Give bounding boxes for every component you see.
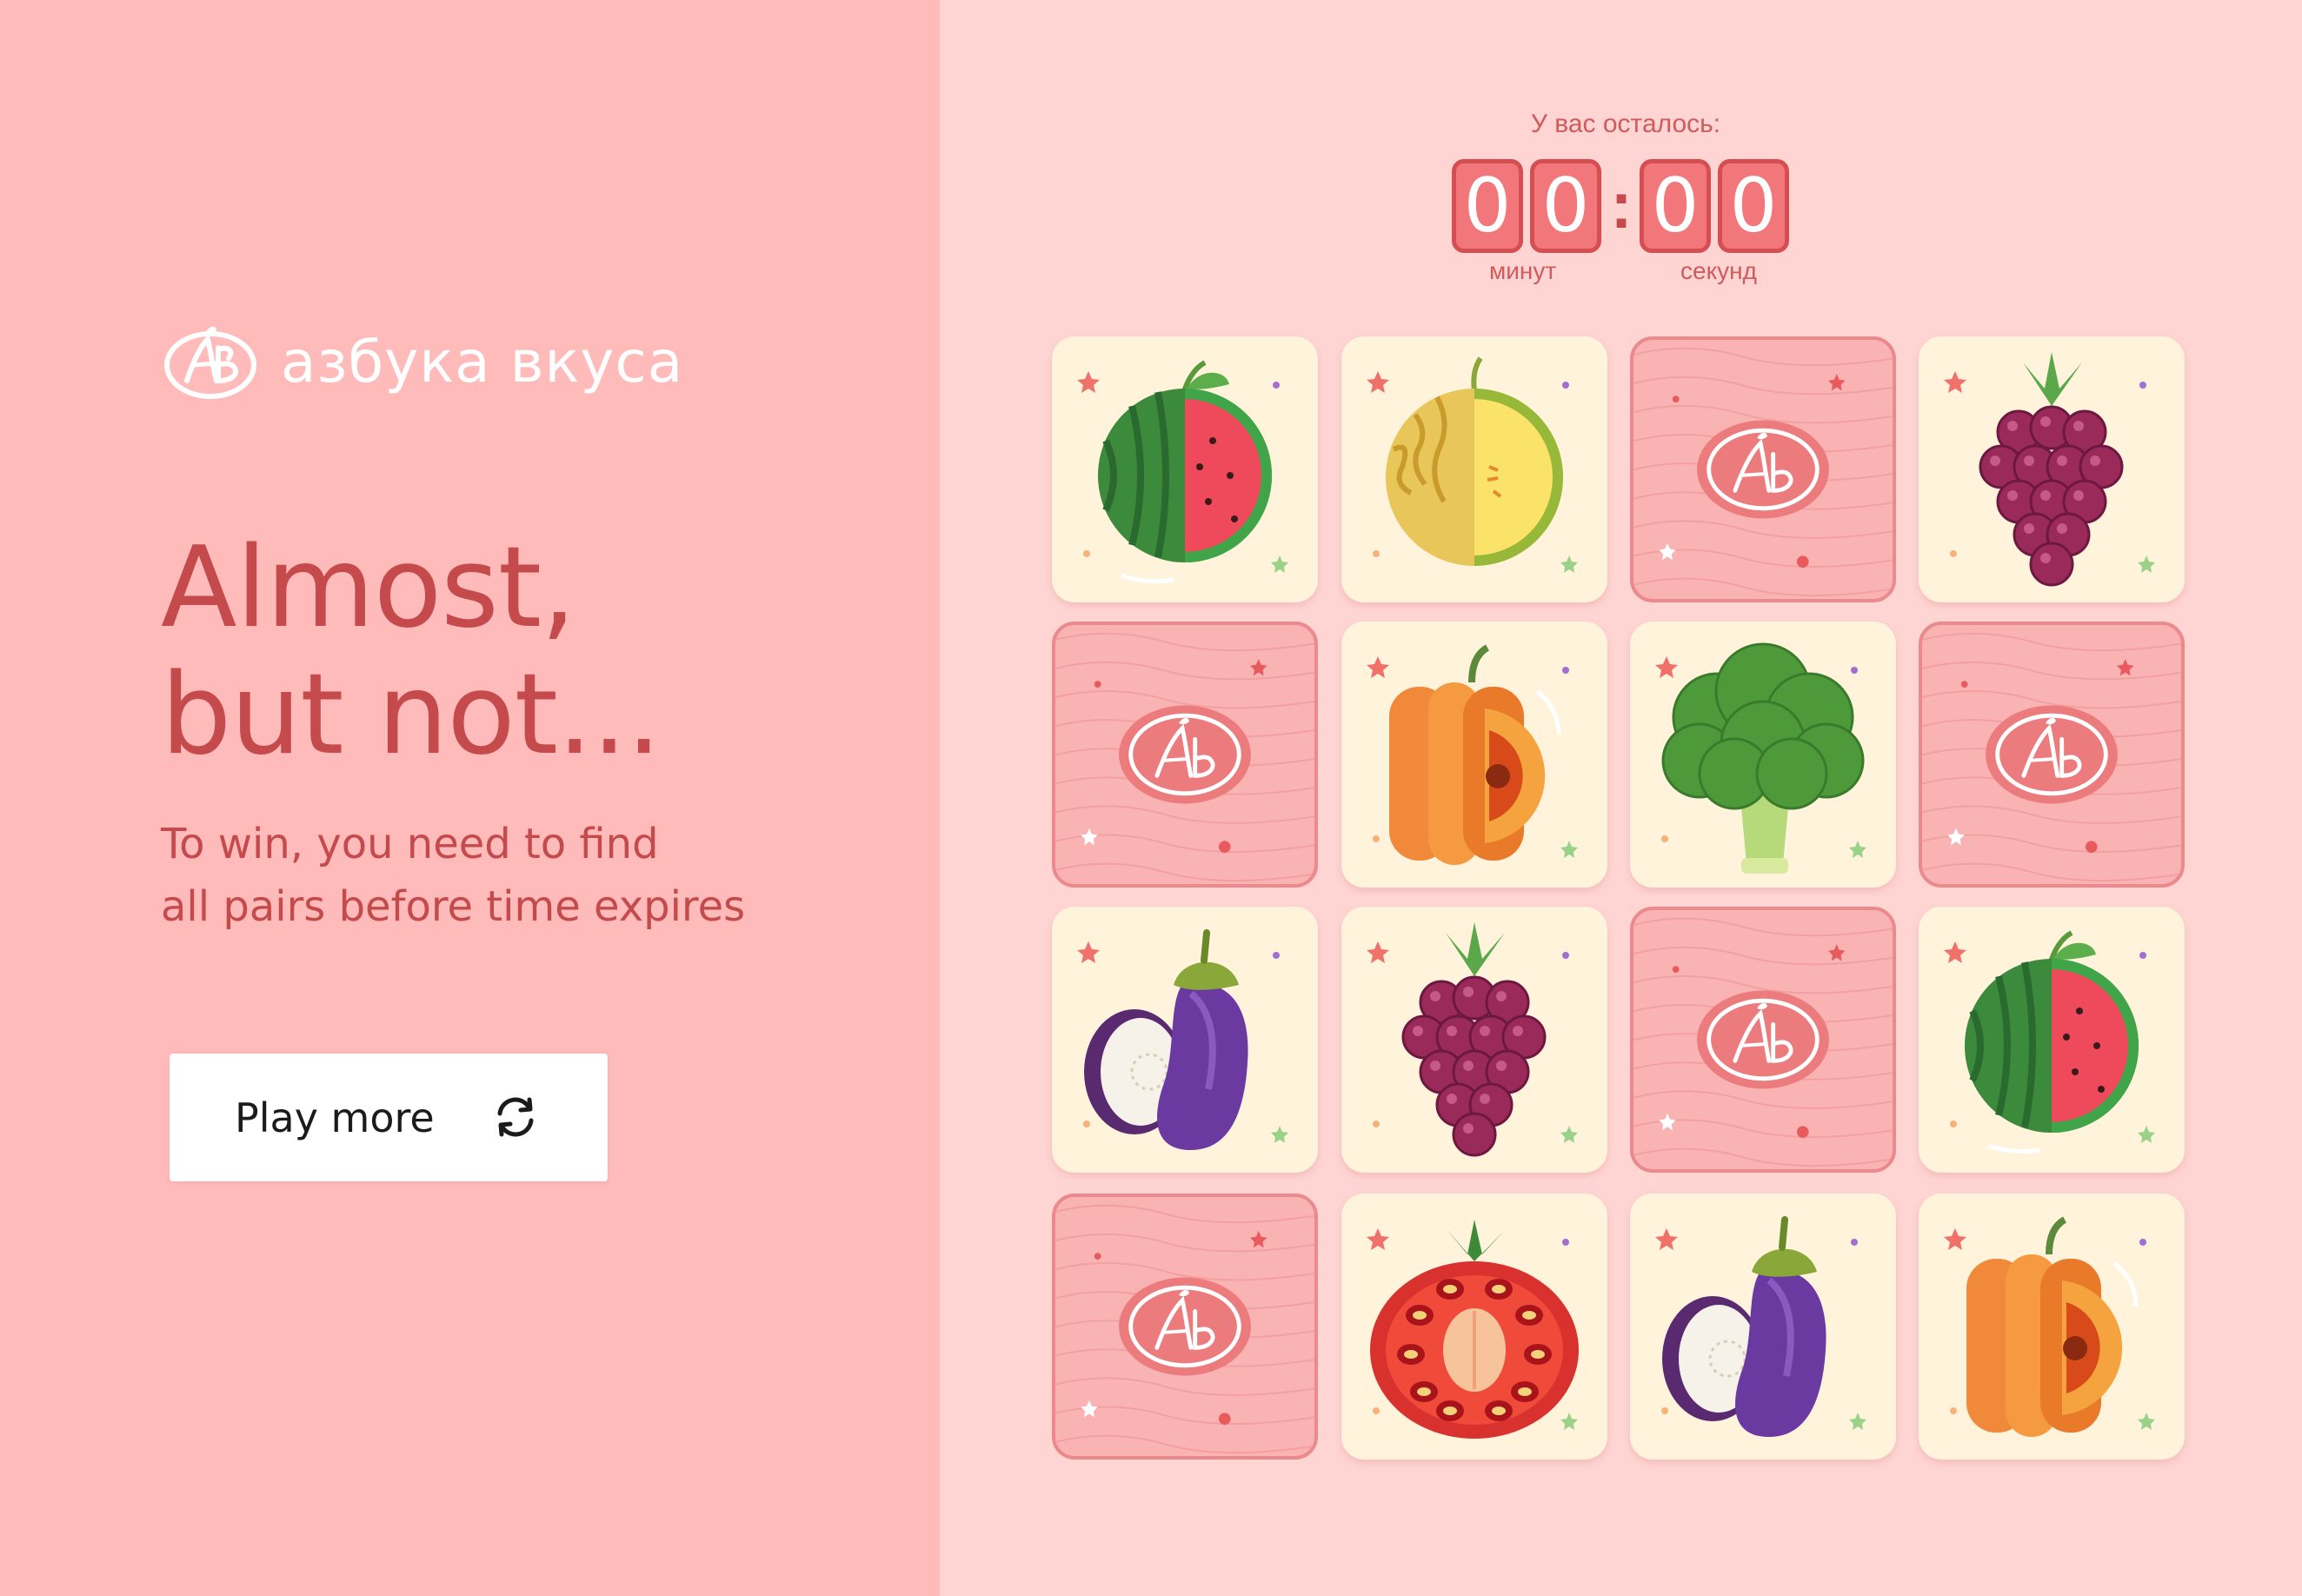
timer-separator: : [1610,169,1633,243]
card-eggplant[interactable] [1052,907,1318,1173]
watermelon-icon [1944,930,2155,1154]
timer-minutes-tens: 0 [1452,159,1523,253]
timer-title: У вас осталось: [1530,110,1721,138]
card-hidden[interactable] [1630,907,1896,1173]
card-hidden[interactable] [1052,622,1318,888]
play-more-label: Play more [235,1094,435,1141]
raspberry-icon [1944,352,2155,587]
card-back-icon [1055,632,1314,882]
card-broccoli[interactable] [1630,622,1896,888]
countdown-timer: 0 0 : 0 0 [1452,159,1796,253]
eggplant-icon [1655,1216,1866,1437]
pumpkin-icon [1367,644,1578,865]
refresh-icon [497,1097,534,1137]
pumpkin-icon [1944,1216,2155,1437]
card-tomato[interactable] [1341,1194,1607,1460]
broccoli-icon [1655,642,1866,874]
card-pumpkin[interactable] [1341,622,1607,888]
result-subtext: To win, you need to find all pairs befor… [161,813,745,938]
card-watermelon[interactable] [1052,336,1318,602]
card-hidden[interactable] [1919,622,2185,888]
card-melon[interactable] [1341,336,1607,602]
card-pumpkin[interactable] [1919,1194,2185,1460]
result-headline: Almost, but not... [161,523,662,780]
melon-icon [1367,356,1578,573]
subtext-line-1: To win, you need to find [161,820,659,868]
watermelon-icon [1077,360,1288,584]
ab-monogram-icon [164,326,256,399]
brand: азбука вкуса [163,320,683,403]
timer-minutes-ones: 0 [1530,159,1601,253]
tomato-icon [1367,1220,1579,1439]
card-back-icon [1633,917,1893,1167]
timer-seconds-ones: 0 [1718,159,1789,253]
card-eggplant[interactable] [1630,1194,1896,1460]
headline-line-2: but not... [161,650,662,780]
timer-seconds-label: секунд [1680,257,1757,284]
raspberry-icon [1367,922,1578,1157]
eggplant-icon [1077,929,1288,1150]
card-back-icon [1922,632,2181,882]
card-hidden[interactable] [1630,336,1896,602]
timer-seconds-tens: 0 [1640,159,1711,253]
headline-line-1: Almost, [161,523,576,653]
card-raspberry[interactable] [1341,907,1607,1173]
card-back-icon [1633,347,1893,597]
brand-name: азбука вкуса [281,328,684,396]
play-more-button[interactable]: Play more [170,1054,608,1181]
card-hidden[interactable] [1052,1194,1318,1460]
result-panel: азбука вкуса Almost, but not... To win, … [0,0,940,1596]
card-raspberry[interactable] [1919,336,2185,602]
timer-minutes-label: минут [1489,257,1557,284]
subtext-line-2: all pairs before time expires [161,882,746,931]
card-watermelon[interactable] [1919,907,2185,1173]
card-back-icon [1055,1204,1314,1454]
